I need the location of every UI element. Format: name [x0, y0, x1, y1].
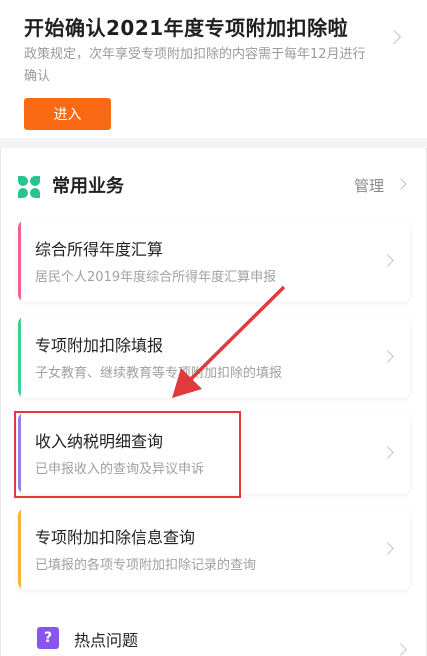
card-special-deduction-fill[interactable]: 专项附加扣除填报 子女教育、继续教育等专项附加扣除的填报	[18, 316, 410, 398]
chevron-right-icon[interactable]	[386, 29, 402, 45]
chevron-right-icon	[381, 446, 394, 459]
section-title: 常用业务	[52, 176, 124, 197]
enter-button[interactable]: 进入	[24, 98, 111, 130]
card-subtitle: 已填报的各项专项附加扣除记录的查询	[35, 558, 257, 573]
card-accent-bar	[18, 316, 21, 398]
card-subtitle: 子女教育、继续教育等专项附加扣除的填报	[35, 366, 283, 381]
card-special-deduction-query[interactable]: 专项附加扣除信息查询 已填报的各项专项附加扣除记录的查询	[18, 508, 410, 590]
card-title: 专项附加扣除信息查询	[35, 528, 196, 547]
clover-icon	[18, 176, 40, 198]
card-title: 专项附加扣除填报	[35, 336, 164, 355]
notice-description: 政策规定，次年享受专项附加扣除的内容需于每年12月进行确认	[24, 47, 366, 84]
manage-link[interactable]: 管理	[354, 175, 384, 196]
card-subtitle: 居民个人2019年度综合所得年度汇算申报	[35, 270, 277, 285]
highlight-box	[14, 411, 241, 498]
card-accent-bar	[18, 508, 21, 590]
chevron-right-icon	[381, 350, 394, 363]
card-annual-settlement[interactable]: 综合所得年度汇算 居民个人2019年度综合所得年度汇算申报	[18, 220, 410, 302]
chevron-right-icon	[381, 254, 394, 267]
card-title: 综合所得年度汇算	[35, 240, 164, 259]
notice-banner[interactable]: 开始确认2021年度专项附加扣除啦 政策规定，次年享受专项附加扣除的内容需于每年…	[0, 0, 427, 138]
hot-topics-label[interactable]: 热点问题	[74, 627, 138, 651]
question-icon: ?	[37, 627, 59, 649]
card-accent-bar	[18, 220, 21, 302]
notice-title: 开始确认2021年度专项附加扣除啦	[24, 16, 349, 40]
chevron-right-icon	[381, 542, 394, 555]
